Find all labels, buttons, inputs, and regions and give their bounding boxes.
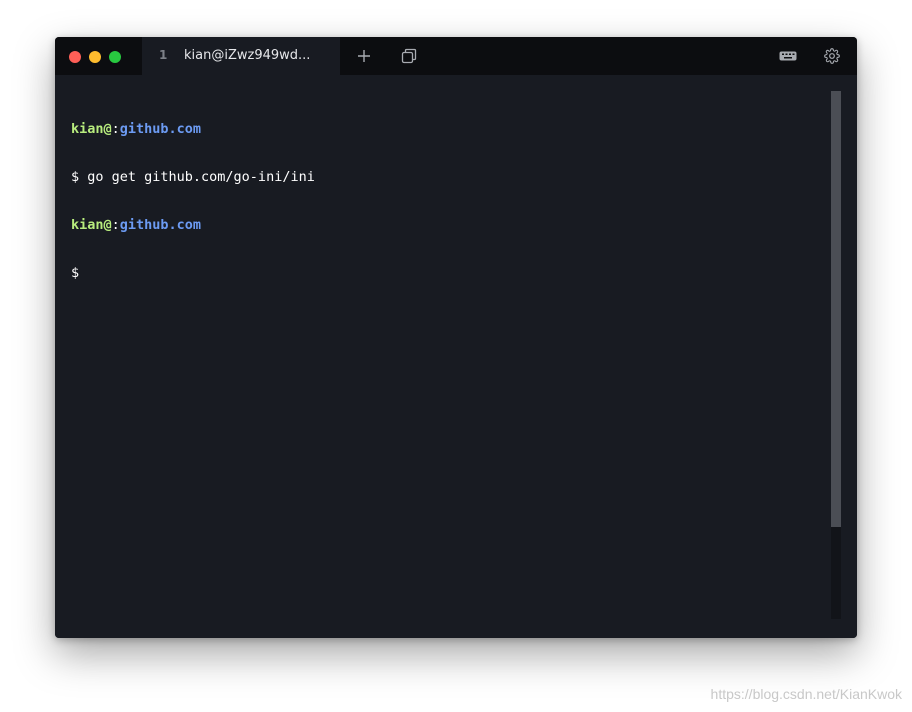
settings-button[interactable] xyxy=(822,46,842,66)
gear-icon xyxy=(824,48,840,64)
minimize-window-button[interactable] xyxy=(89,51,101,63)
keyboard-icon xyxy=(779,51,797,61)
watermark-text: https://blog.csdn.net/KianKwok xyxy=(710,686,902,702)
command-line: $ go get github.com/go-ini/ini xyxy=(71,169,315,185)
terminal-output[interactable]: kian@:github.com $ go get github.com/go-… xyxy=(55,75,857,638)
scrollbar-track[interactable] xyxy=(831,91,841,619)
prompt-line: kian@:github.com xyxy=(71,217,315,233)
prompt-separator: : xyxy=(111,217,120,233)
terminal-lines: kian@:github.com $ go get github.com/go-… xyxy=(71,89,315,313)
tab-index: 1 xyxy=(159,48,168,62)
new-tab-button[interactable] xyxy=(354,46,374,66)
prompt-user: kian@ xyxy=(71,217,112,233)
title-bar: 1 kian@iZwz949wd... xyxy=(55,37,857,75)
tab-session-1[interactable]: 1 kian@iZwz949wd... xyxy=(142,37,340,75)
maximize-window-button[interactable] xyxy=(109,51,121,63)
screen: 1 kian@iZwz949wd... kian@:github.com $ g… xyxy=(0,0,912,712)
terminal-window: 1 kian@iZwz949wd... kian@:github.com $ g… xyxy=(55,37,857,638)
tab-title: kian@iZwz949wd... xyxy=(184,48,311,63)
input-line: $ xyxy=(71,265,80,281)
prompt-user: kian@ xyxy=(71,121,112,137)
prompt-line: kian@:github.com xyxy=(71,121,315,137)
keyboard-button[interactable] xyxy=(777,46,799,66)
scrollbar-thumb[interactable] xyxy=(831,91,841,527)
prompt-host: github.com xyxy=(119,121,202,137)
prompt-separator: : xyxy=(111,121,120,137)
prompt-host: github.com xyxy=(119,217,202,233)
close-window-button[interactable] xyxy=(69,51,81,63)
overlapping-windows-icon xyxy=(401,48,417,64)
plus-icon xyxy=(358,50,370,62)
windows-button[interactable] xyxy=(399,46,419,66)
